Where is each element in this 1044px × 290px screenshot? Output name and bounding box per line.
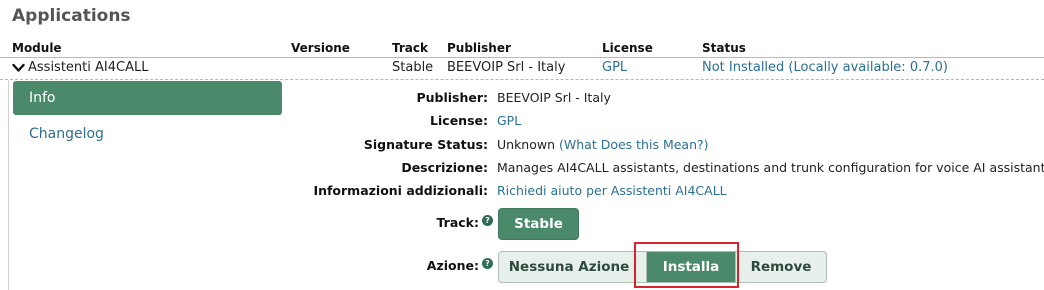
license-row: License: GPL [0, 113, 1044, 133]
remove-button[interactable]: Remove [736, 252, 826, 282]
module-publisher: BEEVOIP Srl - Italy [447, 60, 566, 75]
column-header-license[interactable]: License [602, 41, 653, 55]
module-license-link[interactable]: GPL [602, 60, 627, 75]
license-link[interactable]: GPL [497, 113, 521, 128]
description-label: Descrizione: [401, 160, 488, 175]
action-label-wrap: Azione:? [427, 258, 493, 273]
no-action-button[interactable]: Nessuna Azione [499, 252, 639, 282]
track-label-wrap: Track:? [437, 215, 493, 230]
table-header: Module Versione Track Publisher License … [0, 40, 1044, 58]
column-header-publisher[interactable]: Publisher [447, 41, 511, 55]
action-label: Azione: [426, 258, 479, 273]
module-status-link[interactable]: Not Installed (Locally available: 0.7.0) [702, 60, 948, 75]
signature-value-wrap: Unknown (What Does this Mean?) [497, 137, 709, 152]
module-name: Assistenti AI4CALL [28, 60, 149, 75]
signature-value: Unknown [497, 137, 556, 152]
signature-label: Signature Status: [363, 137, 488, 152]
publisher-label: Publisher: [416, 90, 488, 105]
column-header-version[interactable]: Versione [291, 41, 350, 55]
column-header-module[interactable]: Module [12, 41, 62, 55]
signature-help-link[interactable]: (What Does this Mean?) [559, 137, 709, 152]
install-highlight-box [634, 242, 739, 288]
track-stable-button[interactable]: Stable [498, 208, 579, 240]
module-name-cell[interactable]: Assistenti AI4CALL [12, 60, 148, 75]
signature-row: Signature Status: Unknown (What Does thi… [0, 137, 1044, 157]
publisher-value: BEEVOIP Srl - Italy [497, 90, 611, 105]
additional-info-row: Informazioni addizionali: Richiedi aiuto… [0, 183, 1044, 203]
chevron-down-icon[interactable] [12, 63, 25, 73]
publisher-row: Publisher: BEEVOIP Srl - Italy [0, 90, 1044, 110]
column-header-track[interactable]: Track [392, 41, 428, 55]
license-value-wrap: GPL [497, 113, 521, 128]
help-icon[interactable]: ? [482, 258, 493, 269]
help-request-link[interactable]: Richiedi aiuto per Assistenti AI4CALL [497, 183, 727, 198]
track-label: Track: [436, 215, 479, 230]
additional-info-label: Informazioni addizionali: [313, 183, 488, 198]
help-icon[interactable]: ? [482, 215, 493, 226]
additional-info-value: Richiedi aiuto per Assistenti AI4CALL [497, 183, 727, 198]
page-title: Applications [12, 6, 131, 26]
module-track: Stable [392, 60, 434, 75]
license-label: License: [430, 113, 488, 128]
column-header-status[interactable]: Status [702, 41, 746, 55]
description-value: Manages AI4CALL assistants, destinations… [497, 160, 1044, 175]
module-row[interactable]: Assistenti AI4CALL Stable BEEVOIP Srl - … [0, 58, 1044, 80]
description-row: Descrizione: Manages AI4CALL assistants,… [0, 160, 1044, 180]
